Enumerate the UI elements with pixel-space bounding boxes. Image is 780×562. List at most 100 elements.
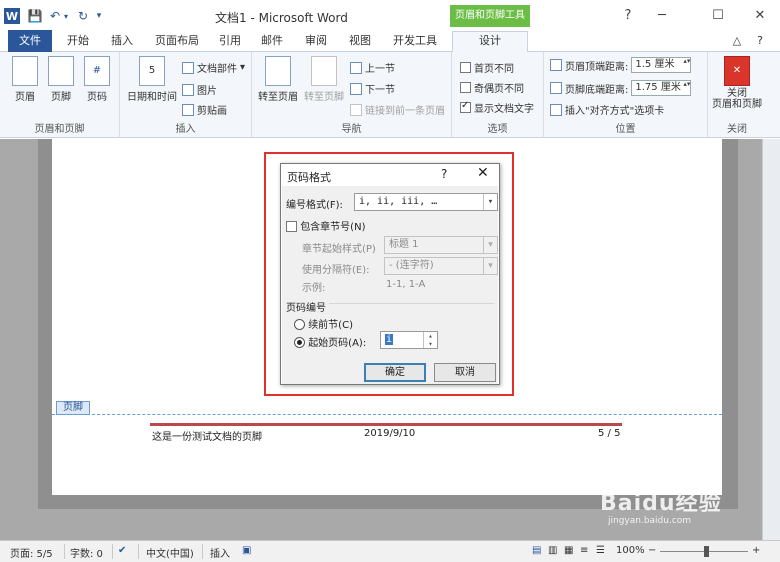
print-layout-icon[interactable]: ▤: [532, 545, 541, 556]
close-header-footer-button[interactable]: ✕ 关闭 页眉和页脚: [708, 56, 766, 110]
tab-file[interactable]: 文件: [8, 30, 52, 52]
status-divider: [202, 544, 203, 559]
footer-bottom-input[interactable]: 1.75 厘米: [631, 80, 692, 96]
outline-icon[interactable]: ≡: [580, 545, 588, 556]
checkbox-icon: [460, 82, 471, 93]
footer-button[interactable]: 页脚: [44, 56, 78, 103]
continue-radio[interactable]: 续前节(C): [294, 316, 353, 331]
clipart-button[interactable]: 剪贴画: [182, 102, 227, 117]
include-chapter-checkbox[interactable]: 包含章节号(N): [286, 218, 365, 233]
cancel-button[interactable]: 取消: [434, 363, 496, 382]
ribbon-design: 页眉 页脚 # 页码 页眉和页脚 5 日期和时间 文档部件 ▾ 图片 剪贴画 插…: [0, 52, 780, 138]
maximize-button[interactable]: ☐: [706, 6, 730, 26]
full-screen-icon[interactable]: ▥: [548, 545, 557, 556]
tab-page-layout[interactable]: 页面布局: [150, 32, 204, 52]
show-doc-text-checkbox[interactable]: 显示文档文字: [460, 100, 534, 115]
odd-even-different-checkbox[interactable]: 奇偶页不同: [460, 80, 524, 95]
first-page-different-checkbox[interactable]: 首页不同: [460, 60, 514, 75]
footer-page-number[interactable]: 5 / 5: [598, 428, 620, 439]
page-numbering-label: 页码编号: [286, 299, 329, 314]
start-at-input[interactable]: i ▴ ▾: [380, 331, 438, 349]
baidu-watermark: Baidu经验: [600, 491, 722, 516]
picture-button[interactable]: 图片: [182, 82, 217, 97]
word-app-icon[interactable]: W: [4, 8, 20, 24]
title-bar: W 💾 ↶ ▾ ↻ ▾ 文档1 - Microsoft Word 页眉和页脚工具…: [0, 0, 780, 32]
group-position: 页眉顶端距离: 1.5 厘米 页脚底端距离: 1.75 厘米 插入"对齐方式"选…: [544, 52, 708, 138]
customize-toolbar-icon[interactable]: ▾: [94, 8, 104, 24]
redo-icon[interactable]: ↻: [76, 8, 90, 24]
page-number-button[interactable]: # 页码: [80, 56, 114, 103]
help-circle-icon[interactable]: ?: [752, 32, 768, 52]
group-label-options: 选项: [487, 124, 508, 135]
picture-icon: [182, 83, 194, 96]
start-at-radio[interactable]: 起始页码(A):: [294, 334, 366, 349]
minimize-button[interactable]: ─: [650, 6, 674, 26]
status-language[interactable]: 中文(中国): [146, 545, 194, 560]
zoom-in-button[interactable]: +: [752, 545, 760, 556]
header-top-input[interactable]: 1.5 厘米: [631, 57, 692, 73]
status-page[interactable]: 页面: 5/5: [10, 545, 53, 560]
link-prev-button[interactable]: 链接到前一条页眉: [350, 102, 445, 117]
dialog-title: 页码格式: [287, 171, 331, 184]
doc-parts-button[interactable]: 文档部件 ▾: [182, 60, 245, 75]
goto-footer-button[interactable]: 转至页脚: [302, 56, 346, 103]
tab-design[interactable]: 设计: [452, 31, 528, 53]
zoom-slider-handle[interactable]: [704, 546, 709, 557]
doc-parts-icon: [182, 61, 194, 74]
footer-date[interactable]: 2019/9/10: [364, 428, 415, 439]
minimize-ribbon-icon[interactable]: △: [730, 32, 744, 52]
dropdown-arrow-icon: ▾: [240, 62, 246, 73]
zoom-out-button[interactable]: −: [648, 545, 656, 556]
close-window-button[interactable]: ✕: [748, 6, 772, 26]
radio-icon: [294, 319, 305, 330]
group-label-close: 关闭: [727, 124, 747, 135]
status-mode[interactable]: 插入: [210, 545, 230, 560]
status-words[interactable]: 字数: 0: [70, 545, 103, 560]
web-layout-icon[interactable]: ▦: [564, 545, 573, 556]
dialog-body: 编号格式(F): i, ii, iii, … ▾ 包含章节号(N) 章节起始样式…: [282, 186, 498, 384]
tab-references[interactable]: 引用: [214, 32, 246, 52]
goto-header-button[interactable]: 转至页眉: [256, 56, 300, 103]
number-format-label: 编号格式(F):: [286, 200, 343, 211]
chapter-style-label: 章节起始样式(P): [302, 244, 376, 255]
footer-text[interactable]: 这是一份测试文档的页脚: [152, 428, 262, 443]
insert-align-tab-button[interactable]: 插入"对齐方式"选项卡: [550, 102, 664, 117]
next-section-button[interactable]: 下一节: [350, 81, 395, 96]
footer-bottom-distance: 页脚底端距离: 1.75 厘米: [550, 80, 692, 96]
undo-dropdown-icon[interactable]: ▾: [62, 8, 70, 24]
date-time-button[interactable]: 5 日期和时间: [124, 56, 180, 103]
dialog-close-button[interactable]: ✕: [477, 165, 489, 181]
dialog-help-button[interactable]: ?: [441, 167, 447, 181]
group-label-navigation: 导航: [341, 124, 362, 135]
tab-review[interactable]: 审阅: [300, 32, 332, 52]
footer-bottom-icon: [550, 82, 562, 94]
footer-icon: [48, 56, 74, 86]
group-navigation: 转至页眉 转至页脚 上一节 下一节 链接到前一条页眉 导航: [252, 52, 452, 138]
tab-insert[interactable]: 插入: [106, 32, 138, 52]
macro-icon[interactable]: ▣: [242, 545, 251, 556]
number-format-select[interactable]: i, ii, iii, … ▾: [354, 193, 498, 211]
clipart-icon: [182, 103, 194, 116]
prev-section-button[interactable]: 上一节: [350, 60, 395, 75]
goto-footer-icon: [311, 56, 337, 86]
zoom-level[interactable]: 100%: [616, 545, 645, 556]
help-icon[interactable]: ?: [616, 6, 640, 26]
tab-mailings[interactable]: 邮件: [256, 32, 288, 52]
checkbox-icon: [460, 62, 471, 73]
group-insert: 5 日期和时间 文档部件 ▾ 图片 剪贴画 插入: [120, 52, 252, 138]
vertical-scrollbar[interactable]: [762, 139, 780, 540]
spinner-icon[interactable]: ▴ ▾: [423, 332, 437, 348]
draft-icon[interactable]: ☰: [596, 545, 605, 556]
header-button[interactable]: 页眉: [8, 56, 42, 103]
save-icon[interactable]: 💾: [28, 8, 43, 24]
tab-home[interactable]: 开始: [62, 32, 94, 52]
tab-developer[interactable]: 开发工具: [388, 32, 442, 52]
proofing-icon[interactable]: ✔: [118, 545, 126, 556]
chapter-style-select[interactable]: 标题 1 ▾: [384, 236, 498, 254]
ok-button[interactable]: 确定: [364, 363, 426, 382]
tab-view[interactable]: 视图: [344, 32, 376, 52]
ribbon-tabs: 文件 开始 插入 页面布局 引用 邮件 审阅 视图 开发工具 设计 △ ?: [0, 30, 780, 53]
separator-select[interactable]: - (连字符) ▾: [384, 257, 498, 275]
separator-label: 使用分隔符(E):: [302, 265, 370, 276]
undo-icon[interactable]: ↶: [48, 8, 62, 24]
